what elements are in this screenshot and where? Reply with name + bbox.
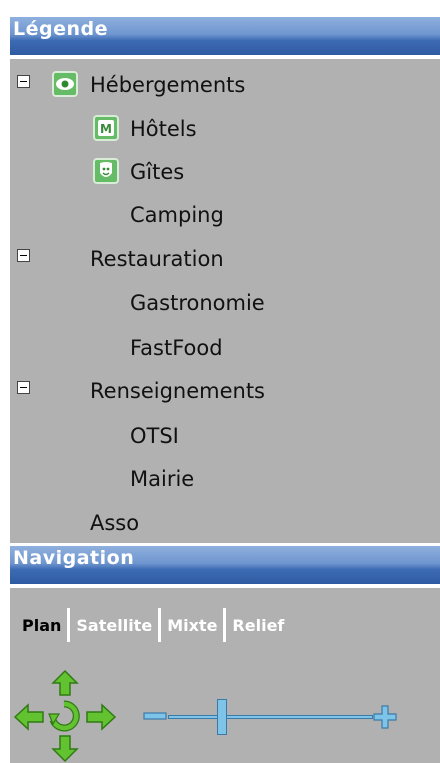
legend-item-gastronomie[interactable]: Gastronomie xyxy=(10,285,430,321)
legend-panel: Hébergements M Hôtels Gîtes Camping Rest… xyxy=(10,59,440,543)
legend-item-otsi[interactable]: OTSI xyxy=(10,418,430,454)
legend-group-renseignements[interactable]: Renseignements xyxy=(10,373,430,409)
svg-text:M: M xyxy=(100,122,112,136)
legend-item-label: Renseignements xyxy=(90,379,265,403)
pan-left-arrow-icon[interactable] xyxy=(13,702,45,732)
legend-item-hotels[interactable]: M Hôtels xyxy=(10,111,430,147)
legend-item-label: Restauration xyxy=(90,247,224,271)
reset-view-icon[interactable] xyxy=(48,700,80,732)
collapse-toggle-icon[interactable] xyxy=(17,249,30,262)
pan-down-arrow-icon[interactable] xyxy=(50,734,80,763)
legend-item-fastfood[interactable]: FastFood xyxy=(10,330,430,366)
legend-item-gites[interactable]: Gîtes xyxy=(10,154,430,190)
navigation-panel: Plan Satellite Mixte Relief xyxy=(10,588,440,763)
map-type-relief[interactable]: Relief xyxy=(228,616,288,635)
map-type-satellite[interactable]: Satellite xyxy=(72,616,156,635)
eye-icon[interactable] xyxy=(52,71,78,97)
collapse-toggle-icon[interactable] xyxy=(17,381,30,394)
gite-icon xyxy=(93,158,119,184)
legend-item-label: Gastronomie xyxy=(130,291,265,315)
legend-title: Légende xyxy=(13,18,108,40)
zoom-in-icon[interactable] xyxy=(372,704,398,730)
legend-item-label: FastFood xyxy=(130,336,223,360)
legend-item-label: Asso xyxy=(90,511,140,535)
pan-right-arrow-icon[interactable] xyxy=(85,702,117,732)
legend-item-camping[interactable]: Camping xyxy=(10,197,430,233)
legend-header: Légende xyxy=(10,17,440,55)
legend-item-asso[interactable]: Asso xyxy=(10,505,430,541)
map-type-selector: Plan Satellite Mixte Relief xyxy=(18,608,288,642)
navigation-title: Navigation xyxy=(13,547,135,569)
pan-up-arrow-icon[interactable] xyxy=(50,668,80,698)
legend-item-label: Hôtels xyxy=(130,117,197,141)
legend-group-hebergements[interactable]: Hébergements xyxy=(10,67,430,103)
legend-group-restauration[interactable]: Restauration xyxy=(10,241,430,277)
legend-item-label: Gîtes xyxy=(130,160,185,184)
separator xyxy=(158,608,162,642)
hotel-icon: M xyxy=(93,115,119,141)
legend-item-label: Mairie xyxy=(130,467,195,491)
legend-item-mairie[interactable]: Mairie xyxy=(10,461,430,497)
legend-item-label: Hébergements xyxy=(90,73,246,97)
legend-item-label: OTSI xyxy=(130,424,179,448)
legend-item-label: Camping xyxy=(130,203,224,227)
zoom-slider-track[interactable] xyxy=(168,715,373,719)
collapse-toggle-icon[interactable] xyxy=(17,75,30,88)
map-type-mixte[interactable]: Mixte xyxy=(163,616,221,635)
separator xyxy=(223,608,227,642)
map-type-plan[interactable]: Plan xyxy=(18,616,65,635)
navigation-header: Navigation xyxy=(10,546,440,584)
separator xyxy=(67,608,71,642)
zoom-out-icon[interactable] xyxy=(142,708,168,724)
zoom-slider-thumb[interactable] xyxy=(216,699,227,735)
